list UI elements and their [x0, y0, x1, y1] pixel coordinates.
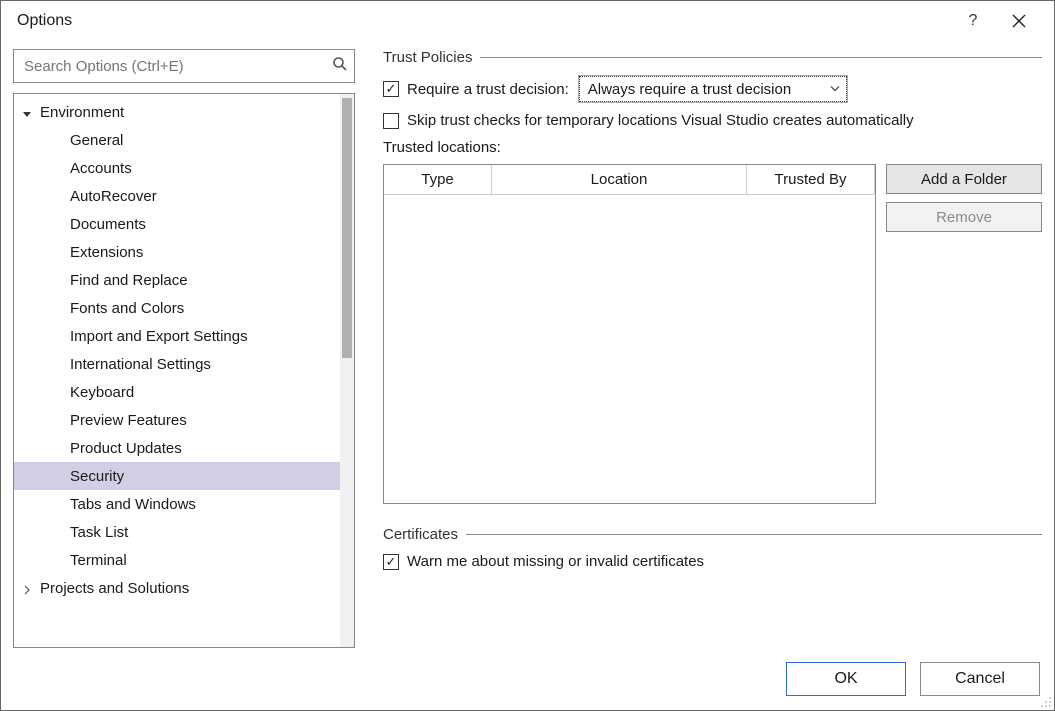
- warn-cert-label: Warn me about missing or invalid certifi…: [407, 553, 704, 570]
- tree-group-projects[interactable]: Projects and Solutions: [14, 574, 340, 602]
- trusted-locations-label: Trusted locations:: [383, 139, 1042, 156]
- trust-decision-dropdown[interactable]: Always require a trust decision: [579, 76, 847, 102]
- skip-trust-label: Skip trust checks for temporary location…: [407, 112, 914, 129]
- certificates-header: Certificates: [383, 526, 1042, 543]
- table-header: Type Location Trusted By: [384, 165, 875, 195]
- tree-item-general[interactable]: General: [14, 126, 340, 154]
- cancel-button[interactable]: Cancel: [920, 662, 1040, 696]
- window-title: Options: [17, 12, 72, 30]
- search-input[interactable]: [14, 50, 354, 82]
- options-tree: Environment GeneralAccountsAutoRecoverDoc…: [13, 93, 355, 648]
- close-icon: [1012, 14, 1026, 28]
- chevron-right-icon: [22, 585, 32, 595]
- col-trusted-by[interactable]: Trusted By: [747, 165, 875, 194]
- tree-item-find-and-replace[interactable]: Find and Replace: [14, 266, 340, 294]
- left-panel: Environment GeneralAccountsAutoRecoverDoc…: [13, 49, 355, 648]
- require-trust-label: Require a trust decision:: [407, 81, 569, 98]
- right-panel: Trust Policies ✓ Require a trust decisio…: [355, 49, 1042, 648]
- chevron-down-icon: [22, 109, 32, 119]
- trust-policies-header: Trust Policies: [383, 49, 1042, 66]
- tree-item-task-list[interactable]: Task List: [14, 518, 340, 546]
- tree-item-product-updates[interactable]: Product Updates: [14, 434, 340, 462]
- warn-cert-checkbox[interactable]: ✓: [383, 554, 399, 570]
- tree-group-label: Environment: [40, 104, 124, 121]
- tree-scroll-thumb[interactable]: [342, 98, 352, 358]
- search-box[interactable]: [13, 49, 355, 83]
- tree-item-keyboard[interactable]: Keyboard: [14, 378, 340, 406]
- tree-item-autorecover[interactable]: AutoRecover: [14, 182, 340, 210]
- tree-item-security[interactable]: Security: [14, 462, 340, 490]
- close-button[interactable]: [996, 6, 1042, 36]
- chevron-down-icon: [830, 81, 840, 98]
- tree-group-environment[interactable]: Environment: [14, 98, 340, 126]
- tree-item-accounts[interactable]: Accounts: [14, 154, 340, 182]
- ok-button[interactable]: OK: [786, 662, 906, 696]
- col-type[interactable]: Type: [384, 165, 492, 194]
- tree-item-documents[interactable]: Documents: [14, 210, 340, 238]
- remove-button: Remove: [886, 202, 1042, 232]
- resize-grip-icon[interactable]: [1038, 694, 1052, 708]
- require-trust-row: ✓ Require a trust decision: Always requi…: [383, 76, 1042, 102]
- dialog-footer: OK Cancel: [786, 662, 1040, 696]
- add-folder-button[interactable]: Add a Folder: [886, 164, 1042, 194]
- warn-cert-row: ✓ Warn me about missing or invalid certi…: [383, 553, 1042, 570]
- tree-item-extensions[interactable]: Extensions: [14, 238, 340, 266]
- tree-item-preview-features[interactable]: Preview Features: [14, 406, 340, 434]
- tree-item-fonts-and-colors[interactable]: Fonts and Colors: [14, 294, 340, 322]
- title-bar: Options ?: [1, 1, 1054, 41]
- tree-item-import-and-export-settings[interactable]: Import and Export Settings: [14, 322, 340, 350]
- tree-scrollbar[interactable]: [340, 94, 354, 647]
- skip-trust-checkbox[interactable]: [383, 113, 399, 129]
- tree-group-label: Projects and Solutions: [40, 580, 189, 597]
- require-trust-checkbox[interactable]: ✓: [383, 81, 399, 97]
- skip-trust-row: Skip trust checks for temporary location…: [383, 112, 1042, 129]
- tree-item-tabs-and-windows[interactable]: Tabs and Windows: [14, 490, 340, 518]
- trusted-locations-table[interactable]: Type Location Trusted By: [383, 164, 876, 504]
- tree-item-terminal[interactable]: Terminal: [14, 546, 340, 574]
- search-icon: [332, 56, 348, 76]
- col-location[interactable]: Location: [492, 165, 747, 194]
- tree-item-international-settings[interactable]: International Settings: [14, 350, 340, 378]
- help-button[interactable]: ?: [950, 6, 996, 36]
- trust-decision-value: Always require a trust decision: [588, 81, 791, 98]
